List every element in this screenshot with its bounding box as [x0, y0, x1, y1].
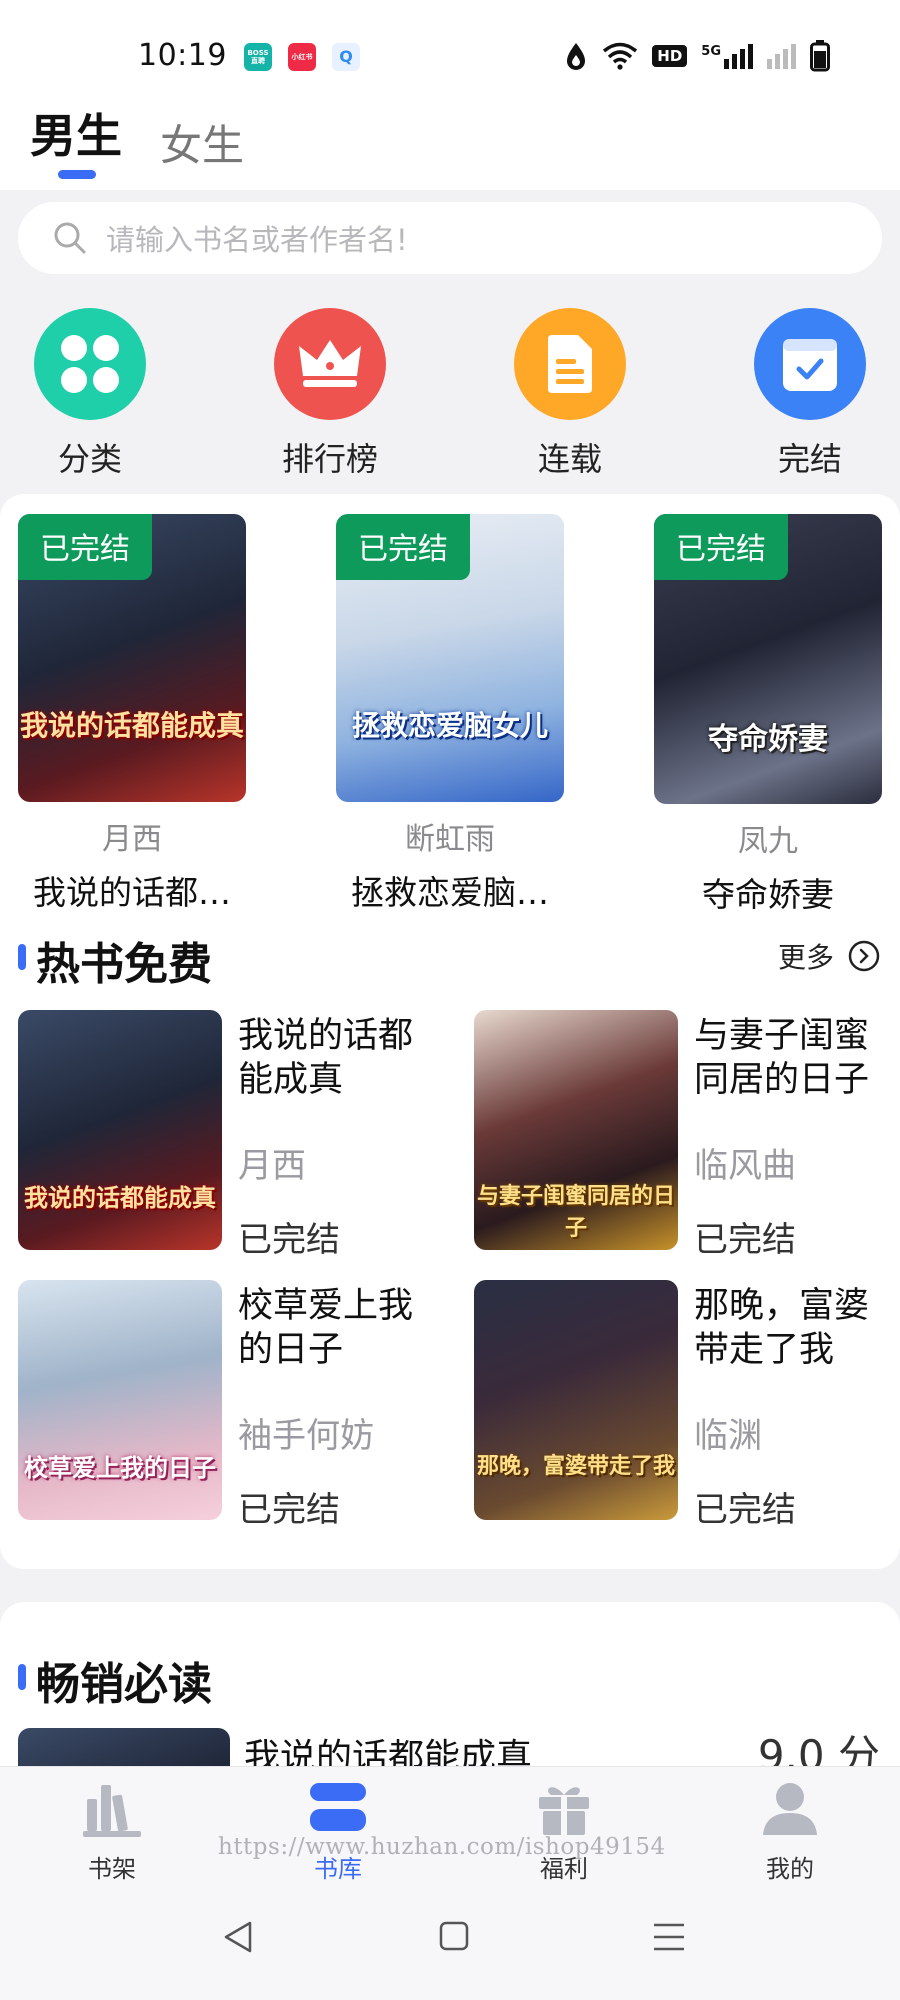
book-item[interactable]: 校草爱上我的日子 校草爱上我的日子 袖手何妨 已完结 — [18, 1280, 448, 1530]
book-cover: 我说的话都能成真 — [18, 1010, 222, 1250]
boss-zhipin-badge: BOSS直聘 — [244, 43, 272, 71]
completed-tag: 已完结 — [654, 514, 788, 580]
book-title[interactable]: 我说的话都能成真 — [244, 1728, 532, 1766]
book-status: 已完结 — [694, 1490, 796, 1530]
book-cover — [18, 1728, 230, 1768]
category-label: 排行榜 — [281, 440, 378, 478]
book-author: 临风曲 — [694, 1146, 796, 1186]
user-icon — [763, 1783, 817, 1835]
section-marker — [18, 944, 26, 970]
featured-book[interactable]: 夺命娇妻 已完结 凤九 夺命娇妻 — [654, 514, 882, 916]
book-item[interactable]: 我说的话都能成真 我说的话都能成真 月西 已完结 — [18, 1010, 448, 1260]
tab-female[interactable]: 女生 — [160, 112, 244, 173]
section-title-hot-free: 热书免费 — [36, 939, 212, 990]
book-author: 临渊 — [694, 1416, 762, 1456]
book-cover: 我说的话都能成真 已完结 — [18, 514, 246, 802]
book-title: 校草爱上我的日子 — [238, 1286, 414, 1370]
system-nav-bar — [0, 1884, 900, 2000]
tab-male[interactable]: 男生 — [30, 100, 122, 166]
status-time: 10:19 — [138, 38, 227, 73]
category-ranking[interactable]: 排行榜 — [260, 308, 400, 480]
nav-library[interactable]: 书库 — [278, 1777, 398, 1884]
more-label: 更多 — [777, 941, 834, 974]
nav-welfare[interactable]: 福利 — [504, 1777, 624, 1884]
calendar-check-icon — [754, 308, 866, 420]
book-item[interactable]: 与妻子闺蜜同居的日子 与妻子闺蜜同居的日子 临风曲 已完结 — [474, 1010, 900, 1260]
bookshelf-icon — [83, 1785, 141, 1837]
category-label: 完结 — [777, 440, 842, 478]
cover-text: 我说的话都能成真 — [24, 1184, 216, 1212]
home-icon[interactable] — [438, 1920, 470, 1952]
cover-text: 校草爱上我的日子 — [24, 1454, 216, 1482]
nav-profile[interactable]: 我的 — [730, 1777, 850, 1884]
cover-text: 我说的话都能成真 — [19, 709, 244, 742]
xiaohongshu-badge: 小红书 — [288, 43, 316, 71]
category-serial[interactable]: 连载 — [500, 308, 640, 480]
data-saver-icon — [567, 43, 586, 70]
grid-icon — [34, 308, 146, 420]
book-cover: 与妻子闺蜜同居的日子 — [474, 1010, 678, 1250]
back-icon[interactable] — [222, 1920, 254, 1954]
cover-text: 与妻子闺蜜同居的日子 — [476, 1184, 675, 1241]
book-status: 已完结 — [238, 1490, 340, 1530]
bottom-nav: 书架 书库 福利 我的 — [0, 1766, 900, 1884]
search-icon — [54, 222, 86, 254]
cover-text: 夺命娇妻 — [708, 722, 828, 757]
gift-icon — [539, 1787, 589, 1835]
wifi-icon — [603, 42, 638, 70]
library-icon — [310, 1783, 366, 1831]
cover-text: 那晚，富婆带走了我 — [476, 1454, 675, 1479]
book-title: 与妻子闺蜜同居的日子 — [694, 1016, 870, 1100]
watermark: https://www.huzhan.com/ishop49154 — [218, 1834, 666, 1860]
book-title: 我说的话都… — [33, 873, 231, 912]
book-author: 月西 — [102, 822, 162, 857]
network-type-label: 5G — [701, 43, 721, 59]
search-placeholder: 请输入书名或者作者名! — [106, 223, 408, 257]
signal-5g-icon: 5G — [701, 43, 753, 69]
book-author: 凤九 — [738, 824, 798, 859]
book-cover: 校草爱上我的日子 — [18, 1280, 222, 1520]
more-button[interactable]: 更多 — [778, 936, 880, 976]
nav-bookshelf[interactable]: 书架 — [52, 1777, 172, 1884]
book-title: 我说的话都能成真 — [238, 1016, 414, 1100]
category-classify[interactable]: 分类 — [20, 308, 160, 480]
category-finished[interactable]: 完结 — [740, 308, 880, 480]
header: 男生 女生 — [0, 90, 900, 190]
battery-icon — [810, 40, 830, 72]
crown-icon — [274, 308, 386, 420]
section-marker — [18, 1664, 26, 1690]
book-author: 袖手何妨 — [238, 1416, 374, 1456]
completed-tag: 已完结 — [336, 514, 470, 580]
menu-icon[interactable] — [652, 1922, 686, 1952]
book-score: 9.0 分 — [757, 1731, 880, 1766]
book-status: 已完结 — [694, 1220, 796, 1260]
status-icons: HD 5G — [564, 40, 830, 72]
book-status: 已完结 — [238, 1220, 340, 1260]
qq-browser-badge: Q — [332, 43, 360, 71]
nav-label: 我的 — [766, 1855, 814, 1883]
hd-icon: HD — [652, 45, 688, 67]
category-label: 分类 — [57, 440, 122, 478]
book-author: 月西 — [238, 1146, 306, 1186]
signal-icon — [767, 43, 796, 69]
cover-text: 拯救恋爱脑女儿 — [351, 709, 548, 742]
document-icon — [514, 308, 626, 420]
completed-tag: 已完结 — [18, 514, 152, 580]
book-item[interactable]: 那晚，富婆带走了我 那晚，富婆带走了我 临渊 已完结 — [474, 1280, 900, 1530]
section-title-bestseller: 畅销必读 — [36, 1659, 212, 1710]
featured-book[interactable]: 我说的话都能成真 已完结 月西 我说的话都… — [18, 514, 246, 914]
chevron-right-icon — [848, 940, 880, 972]
tab-indicator — [58, 170, 96, 179]
search-input[interactable]: 请输入书名或者作者名! — [18, 202, 882, 274]
book-title: 夺命娇妻 — [702, 875, 834, 914]
book-title: 那晚，富婆带走了我 — [694, 1286, 870, 1370]
featured-book[interactable]: 拯救恋爱脑女儿 已完结 断虹雨 拯救恋爱脑… — [336, 514, 564, 914]
book-title: 拯救恋爱脑… — [351, 873, 549, 912]
book-cover: 拯救恋爱脑女儿 已完结 — [336, 514, 564, 802]
book-cover: 夺命娇妻 已完结 — [654, 514, 882, 804]
category-label: 连载 — [537, 440, 602, 478]
nav-label: 书架 — [88, 1855, 136, 1883]
book-cover: 那晚，富婆带走了我 — [474, 1280, 678, 1520]
book-author: 断虹雨 — [405, 822, 495, 857]
